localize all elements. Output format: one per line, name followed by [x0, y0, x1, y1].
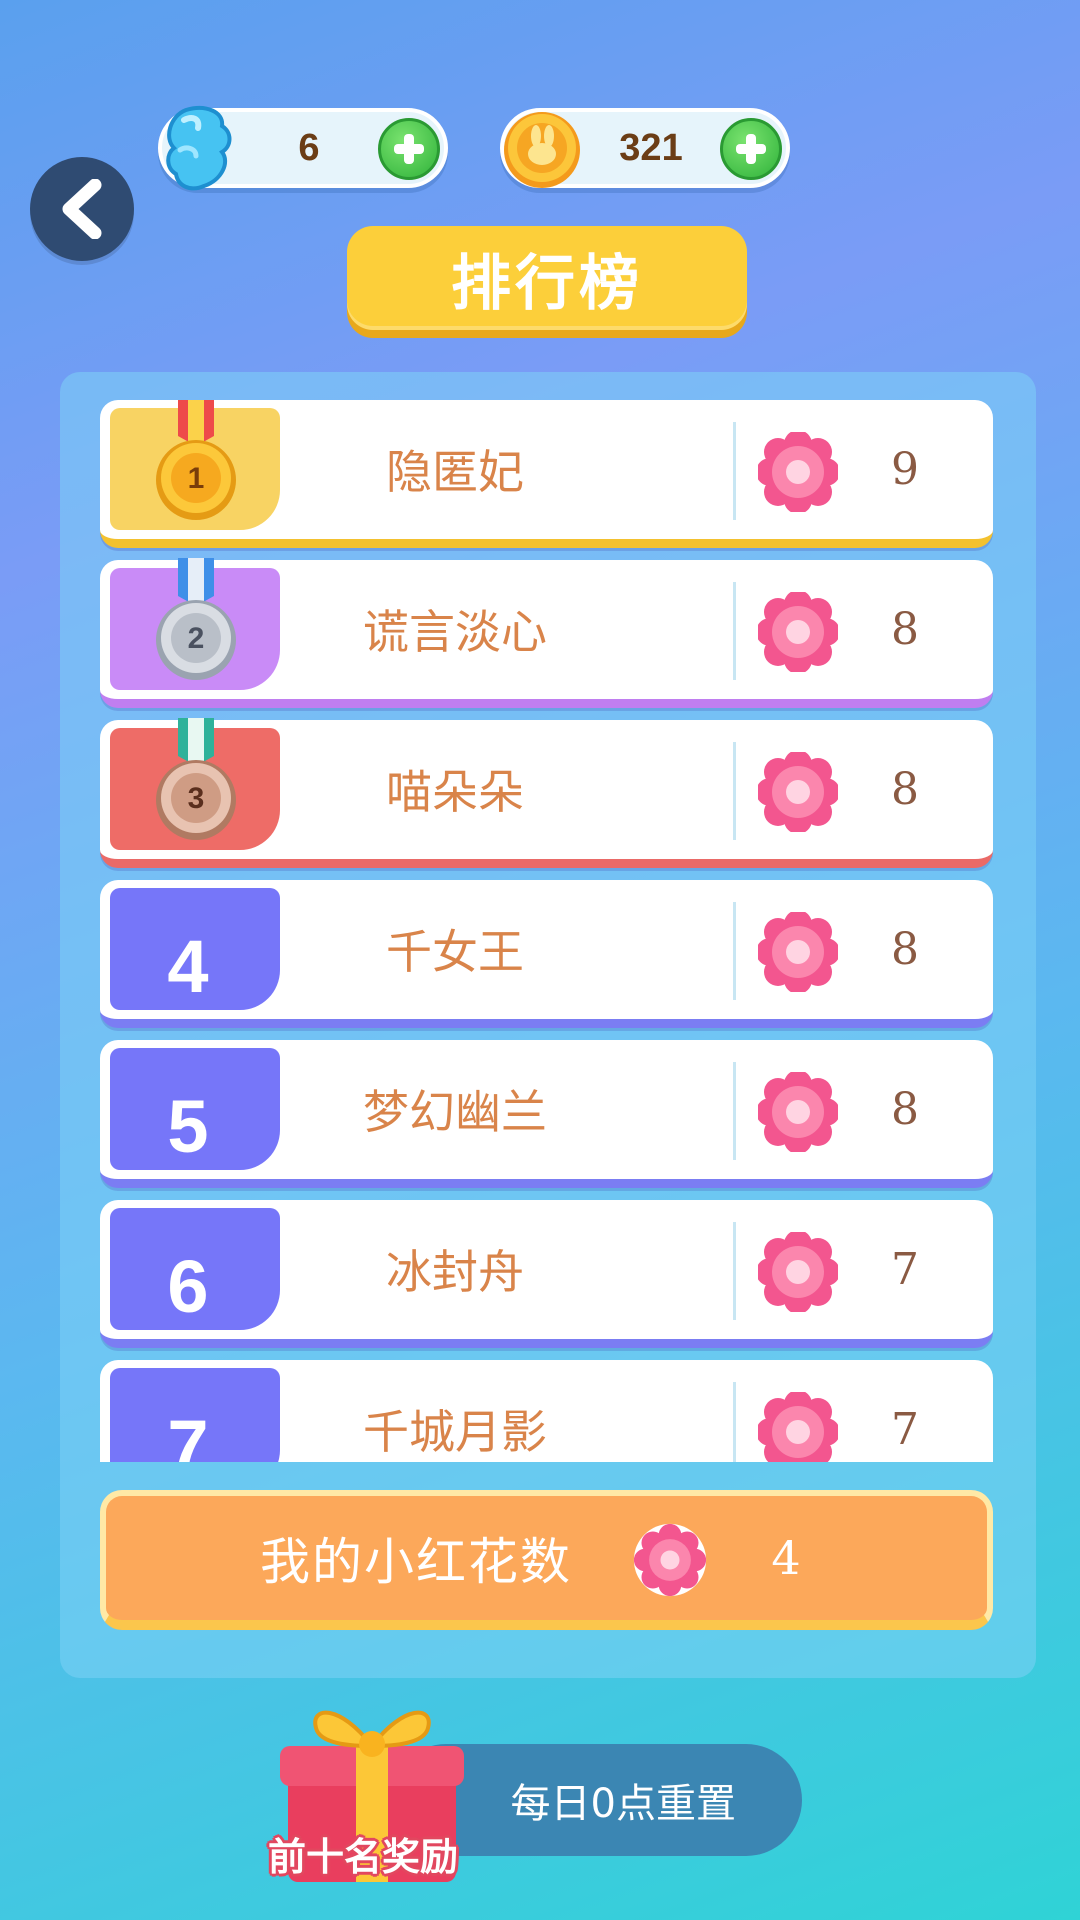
my-flower-label: 我的小红花数 — [260, 1533, 572, 1591]
leaderboard-row: 7 千城月影 7 — [100, 1360, 993, 1462]
player-name: 冰封舟 — [386, 1245, 524, 1299]
red-flower-icon — [758, 592, 838, 672]
coin-icon — [504, 112, 580, 188]
coin-count: 321 — [619, 126, 683, 169]
player-name: 梦幻幽兰 — [363, 1085, 547, 1139]
gem-icon — [166, 106, 232, 191]
gem-count: 6 — [298, 126, 320, 169]
rank-number: 3 — [187, 782, 205, 815]
leaderboard-row: 2 谎言淡心 8 — [100, 558, 993, 708]
red-flower-icon — [758, 432, 838, 512]
player-score: 8 — [891, 603, 919, 655]
leaderboard-row: 5 梦幻幽兰 8 — [100, 1040, 993, 1188]
player-name: 谎言淡心 — [363, 605, 547, 659]
rank-number: 1 — [187, 462, 205, 495]
gem-counter: 6 — [158, 106, 448, 191]
back-button[interactable] — [30, 157, 134, 261]
silver-medal-icon — [156, 558, 236, 680]
leaderboard-row: 1 隐匿妃 9 — [100, 400, 993, 548]
bronze-medal-icon — [156, 718, 236, 840]
red-flower-icon — [758, 912, 838, 992]
rank-badge: 2 — [110, 558, 280, 690]
coin-counter: 321 — [500, 108, 790, 188]
player-name: 千女王 — [386, 925, 524, 979]
page-title: 排行榜 — [347, 226, 747, 330]
rank-number: 4 — [167, 925, 209, 1008]
player-name: 隐匿妃 — [386, 445, 524, 499]
rank-badge: 4 — [110, 888, 280, 1010]
red-flower-icon — [758, 752, 838, 832]
leaderboard-row: 3 喵朵朵 8 — [100, 718, 993, 868]
rank-number: 2 — [187, 622, 205, 655]
rank-number: 5 — [167, 1085, 209, 1168]
rank-number: 7 — [167, 1405, 209, 1463]
player-name: 喵朵朵 — [386, 765, 524, 819]
divider — [733, 1382, 736, 1462]
rank-badge: 1 — [110, 400, 280, 530]
leaderboard-list[interactable]: 1 隐匿妃 9 2 谎言淡心 8 3 喵朵朵 8 4 千女王 8 5 梦幻幽兰 … — [100, 400, 995, 1462]
add-gems-button[interactable] — [378, 118, 440, 180]
leaderboard-row: 6 冰封舟 7 — [100, 1200, 993, 1348]
rank-badge: 7 — [110, 1368, 280, 1462]
my-flower-count: 4 — [771, 1531, 801, 1585]
rank-number: 6 — [167, 1245, 209, 1328]
divider — [733, 742, 736, 840]
red-flower-icon — [758, 1392, 838, 1462]
rank-badge: 3 — [110, 718, 280, 850]
divider — [733, 902, 736, 1000]
divider — [733, 582, 736, 680]
add-coins-button[interactable] — [720, 118, 782, 180]
player-score: 8 — [891, 923, 919, 975]
my-flower-count-bar: 我的小红花数 4 — [100, 1490, 993, 1630]
player-score: 8 — [891, 763, 919, 815]
top-ten-reward-label[interactable]: 前十名奖励 — [248, 1826, 478, 1881]
plus-icon — [394, 134, 424, 164]
player-name: 千城月影 — [363, 1405, 547, 1459]
chevron-left-icon — [62, 179, 102, 239]
player-score: 9 — [891, 443, 919, 495]
player-score: 7 — [891, 1243, 919, 1295]
player-score: 8 — [891, 1083, 919, 1135]
divider — [733, 1062, 736, 1160]
player-score: 7 — [891, 1403, 919, 1455]
red-flower-icon — [758, 1232, 838, 1312]
divider — [733, 1222, 736, 1320]
rank-badge: 5 — [110, 1048, 280, 1170]
red-flower-icon — [633, 1523, 707, 1597]
plus-icon — [736, 134, 766, 164]
red-flower-icon — [758, 1072, 838, 1152]
rank-badge: 6 — [110, 1208, 280, 1330]
leaderboard-row: 4 千女王 8 — [100, 880, 993, 1028]
divider — [733, 422, 736, 520]
